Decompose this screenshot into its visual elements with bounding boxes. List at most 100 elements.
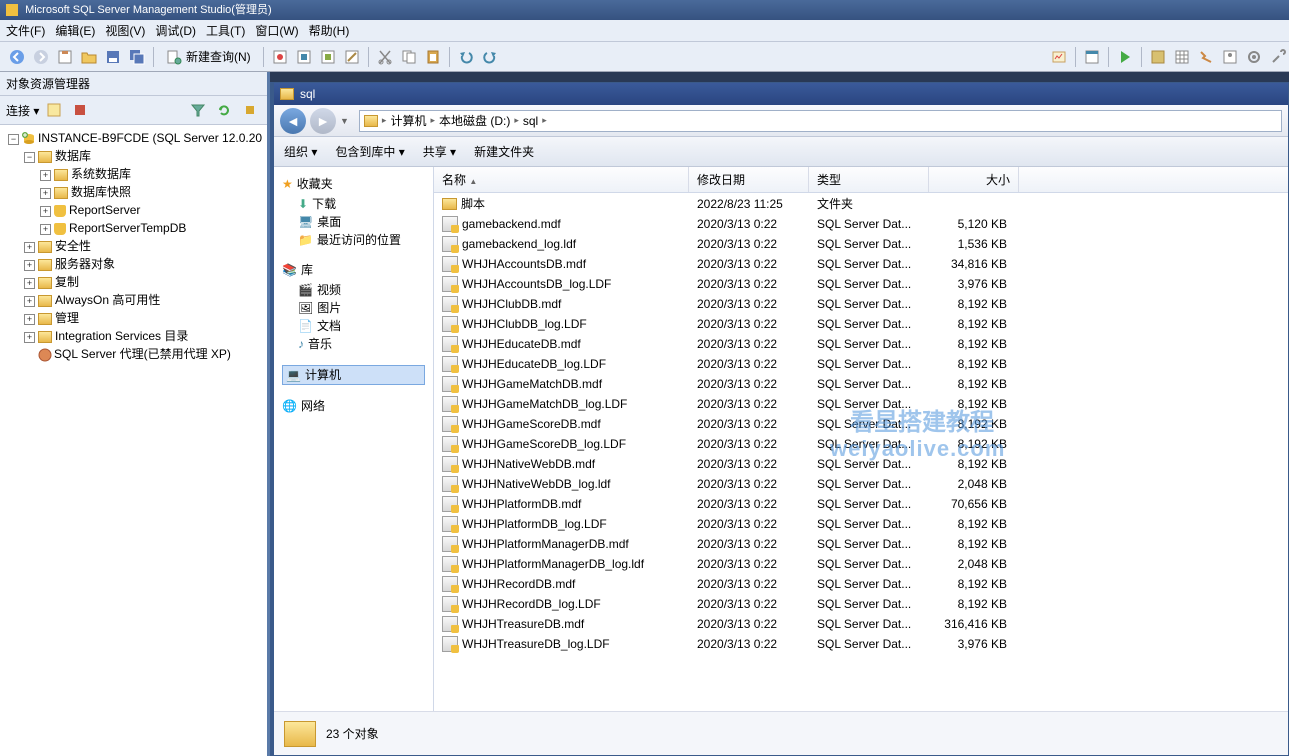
nav-recent[interactable]: 最近访问的位置	[317, 232, 401, 248]
nav-back-icon[interactable]	[6, 46, 28, 68]
stop-icon[interactable]	[239, 99, 261, 121]
settings-icon[interactable]	[1243, 46, 1265, 68]
col-date[interactable]: 修改日期	[689, 167, 809, 192]
breadcrumb-drive[interactable]: 本地磁盘 (D:)	[439, 112, 510, 129]
menu-debug[interactable]: 调试(D)	[155, 22, 196, 39]
query4-icon[interactable]	[341, 46, 363, 68]
breadcrumb-sep[interactable]: ▸	[430, 115, 435, 126]
file-row[interactable]: WHJHNativeWebDB.mdf2020/3/13 0:22SQL Ser…	[434, 454, 1288, 474]
organize-button[interactable]: 组织 ▾	[284, 143, 317, 160]
query3-icon[interactable]	[317, 46, 339, 68]
file-row[interactable]: WHJHPlatformDB.mdf2020/3/13 0:22SQL Serv…	[434, 494, 1288, 514]
registered-icon[interactable]	[1147, 46, 1169, 68]
expand-icon[interactable]: −	[24, 152, 35, 163]
filter-icon[interactable]	[187, 99, 209, 121]
undo-icon[interactable]	[455, 46, 477, 68]
expand-icon[interactable]: +	[24, 242, 35, 253]
node-replication[interactable]: 复制	[55, 275, 79, 289]
file-row[interactable]: WHJHGameMatchDB_log.LDF2020/3/13 0:22SQL…	[434, 394, 1288, 414]
menu-edit[interactable]: 编辑(E)	[55, 22, 95, 39]
nav-video[interactable]: 视频	[317, 282, 341, 298]
file-row[interactable]: WHJHGameScoreDB.mdf2020/3/13 0:22SQL Ser…	[434, 414, 1288, 434]
menu-help[interactable]: 帮助(H)	[309, 22, 350, 39]
file-row[interactable]: WHJHGameMatchDB.mdf2020/3/13 0:22SQL Ser…	[434, 374, 1288, 394]
new-folder-button[interactable]: 新建文件夹	[474, 143, 534, 160]
node-alwayson[interactable]: AlwaysOn 高可用性	[55, 293, 160, 307]
nav-library[interactable]: 库	[301, 261, 313, 278]
node-sys-db[interactable]: 系统数据库	[71, 167, 131, 181]
server-label[interactable]: INSTANCE-B9FCDE (SQL Server 12.0.20	[38, 131, 262, 145]
file-row[interactable]: WHJHClubDB_log.LDF2020/3/13 0:22SQL Serv…	[434, 314, 1288, 334]
col-type[interactable]: 类型	[809, 167, 929, 192]
menu-tools[interactable]: 工具(T)	[206, 22, 245, 39]
nav-download[interactable]: 下载	[312, 196, 336, 212]
include-button[interactable]: 包含到库中 ▾	[335, 143, 404, 160]
file-row[interactable]: WHJHTreasureDB_log.LDF2020/3/13 0:22SQL …	[434, 634, 1288, 654]
nav-desktop[interactable]: 桌面	[317, 214, 341, 230]
query1-icon[interactable]	[269, 46, 291, 68]
breadcrumb-sep[interactable]: ▸	[542, 115, 547, 126]
file-row[interactable]: gamebackend_log.ldf2020/3/13 0:22SQL Ser…	[434, 234, 1288, 254]
menu-view[interactable]: 视图(V)	[105, 22, 145, 39]
refresh-icon[interactable]	[213, 99, 235, 121]
file-list[interactable]: 名称 ▲ 修改日期 类型 大小 脚本2022/8/23 11:25文件夹game…	[434, 167, 1288, 711]
expand-icon[interactable]: +	[40, 224, 51, 235]
paste-icon[interactable]	[422, 46, 444, 68]
file-row[interactable]: WHJHAccountsDB_log.LDF2020/3/13 0:22SQL …	[434, 274, 1288, 294]
node-security[interactable]: 安全性	[55, 239, 91, 253]
redo-icon[interactable]	[479, 46, 501, 68]
node-management[interactable]: 管理	[55, 311, 79, 325]
open-icon[interactable]	[78, 46, 100, 68]
nav-picture[interactable]: 图片	[317, 300, 341, 316]
nav-computer[interactable]: 计算机	[305, 367, 341, 383]
address-bar[interactable]: ▸ 计算机 ▸ 本地磁盘 (D:) ▸ sql ▸	[359, 110, 1282, 132]
share-button[interactable]: 共享 ▾	[423, 143, 456, 160]
nav-history-dropdown[interactable]: ▼	[340, 116, 349, 126]
browser-icon[interactable]	[1081, 46, 1103, 68]
breadcrumb-sep[interactable]: ▸	[514, 115, 519, 126]
tools-icon[interactable]	[1267, 46, 1289, 68]
file-row[interactable]: gamebackend.mdf2020/3/13 0:22SQL Server …	[434, 214, 1288, 234]
nav-forward-button[interactable]: ►	[310, 108, 336, 134]
new-query-button[interactable]: 新建查询(N)	[159, 46, 258, 68]
node-integration[interactable]: Integration Services 目录	[55, 329, 188, 343]
expand-icon[interactable]: +	[24, 278, 35, 289]
expand-icon[interactable]: +	[40, 188, 51, 199]
file-row[interactable]: WHJHRecordDB.mdf2020/3/13 0:22SQL Server…	[434, 574, 1288, 594]
copy-icon[interactable]	[398, 46, 420, 68]
nav-network[interactable]: 网络	[301, 397, 325, 414]
nav-music[interactable]: 音乐	[308, 336, 332, 352]
nav-favorites[interactable]: 收藏夹	[297, 175, 333, 192]
file-row[interactable]: WHJHGameScoreDB_log.LDF2020/3/13 0:22SQL…	[434, 434, 1288, 454]
expand-icon[interactable]: +	[24, 332, 35, 343]
nav-doc[interactable]: 文档	[317, 318, 341, 334]
menu-file[interactable]: 文件(F)	[6, 22, 45, 39]
file-row[interactable]: WHJHNativeWebDB_log.ldf2020/3/13 0:22SQL…	[434, 474, 1288, 494]
save-all-icon[interactable]	[126, 46, 148, 68]
expand-icon[interactable]: +	[40, 206, 51, 217]
expand-icon[interactable]: −	[8, 134, 19, 145]
breadcrumb-computer[interactable]: 计算机	[390, 112, 426, 129]
hammer-icon[interactable]	[1195, 46, 1217, 68]
dropdown-icon[interactable]	[43, 99, 65, 121]
node-agent[interactable]: SQL Server 代理(已禁用代理 XP)	[54, 347, 231, 361]
nav-back-button[interactable]: ◄	[280, 108, 306, 134]
object-tree[interactable]: −INSTANCE-B9FCDE (SQL Server 12.0.20 −数据…	[0, 125, 267, 756]
file-row[interactable]: WHJHAccountsDB.mdf2020/3/13 0:22SQL Serv…	[434, 254, 1288, 274]
file-row[interactable]: WHJHRecordDB_log.LDF2020/3/13 0:22SQL Se…	[434, 594, 1288, 614]
query2-icon[interactable]	[293, 46, 315, 68]
connect-button[interactable]: 连接 ▾	[6, 102, 39, 119]
file-row[interactable]: WHJHEducateDB_log.LDF2020/3/13 0:22SQL S…	[434, 354, 1288, 374]
breadcrumb-folder[interactable]: sql	[523, 114, 538, 128]
expand-icon[interactable]: +	[24, 314, 35, 325]
breadcrumb-sep[interactable]: ▸	[382, 115, 387, 126]
expand-icon[interactable]: +	[40, 170, 51, 181]
expand-icon[interactable]: +	[24, 260, 35, 271]
file-row[interactable]: WHJHPlatformDB_log.LDF2020/3/13 0:22SQL …	[434, 514, 1288, 534]
file-row[interactable]: WHJHClubDB.mdf2020/3/13 0:22SQL Server D…	[434, 294, 1288, 314]
node-databases[interactable]: 数据库	[55, 149, 91, 163]
menu-window[interactable]: 窗口(W)	[255, 22, 298, 39]
play-icon[interactable]	[1114, 46, 1136, 68]
save-icon[interactable]	[102, 46, 124, 68]
explorer-title-bar[interactable]: sql	[274, 83, 1288, 105]
